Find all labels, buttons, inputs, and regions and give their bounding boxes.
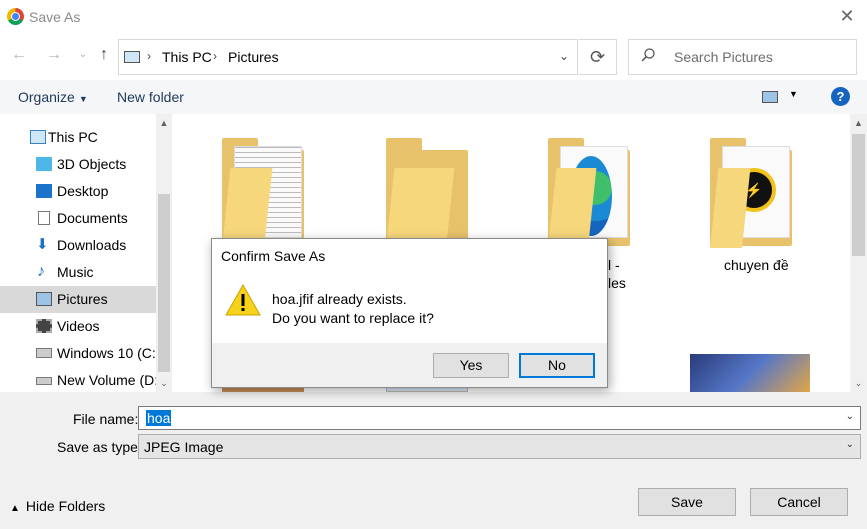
refresh-icon: ⟳ [589, 47, 606, 67]
download-icon: ⬇ [36, 236, 49, 253]
scroll-up-icon[interactable]: ▲ [850, 118, 867, 128]
save-panel: File name: hoa ⌄ Save as type: JPEG Imag… [0, 392, 867, 529]
save-type-label: Save as type: [57, 439, 142, 455]
content-scrollbar[interactable]: ▲ ⌄ [850, 114, 867, 392]
new-folder-button[interactable]: New folder [117, 89, 184, 105]
up-arrow-icon[interactable]: ↑ [95, 46, 113, 64]
window-title: Save As [29, 9, 81, 25]
folder-label: les [608, 275, 626, 291]
help-icon[interactable]: ? [831, 87, 850, 106]
sidebar-item-label: Windows 10 (C:) [57, 345, 161, 361]
chevron-down-icon[interactable]: ▼ [789, 89, 798, 99]
hide-folders-toggle[interactable]: ▲ Hide Folders [10, 498, 105, 514]
search-input[interactable]: Search Pictures [628, 39, 857, 75]
documents-icon [38, 211, 50, 225]
sidebar-item-windows-c[interactable]: Windows 10 (C:) [0, 340, 160, 367]
breadcrumb-this-pc[interactable]: This PC [162, 49, 212, 65]
music-icon: ♪ [37, 263, 45, 280]
sidebar-item-videos[interactable]: Videos [0, 313, 156, 340]
file-name-label: File name: [73, 411, 139, 427]
scrollbar-thumb[interactable] [852, 134, 865, 256]
save-type-select[interactable]: JPEG Image ⌄ [138, 434, 861, 459]
dialog-title: Confirm Save As [221, 248, 326, 264]
drive-icon [36, 377, 52, 385]
sidebar-item-label: Desktop [57, 183, 109, 199]
scroll-down-icon[interactable]: ⌄ [850, 378, 867, 389]
dialog-message-line2: Do you want to replace it? [272, 310, 434, 326]
sidebar-item-label: Documents [57, 210, 128, 226]
dialog-footer: Yes No [212, 343, 607, 387]
chevron-right-icon: › [147, 49, 151, 63]
address-bar[interactable]: › This PC › Pictures ⌄ [118, 39, 578, 75]
sidebar-item-music[interactable]: ♪ Music [0, 259, 156, 286]
sidebar-item-label: Pictures [57, 291, 108, 307]
chevron-down-icon[interactable]: ⌄ [559, 49, 569, 63]
image-thumbnail[interactable] [690, 354, 810, 392]
command-bar: Organize ▼ New folder ▼ ? [0, 80, 867, 114]
chrome-icon [7, 8, 24, 25]
computer-icon [30, 130, 46, 144]
folder-item[interactable] [548, 138, 638, 250]
sidebar-item-3d-objects[interactable]: 3D Objects [0, 151, 156, 178]
sidebar-item-pictures[interactable]: Pictures [0, 286, 156, 313]
drive-icon [36, 348, 52, 358]
breadcrumb-pictures[interactable]: Pictures [228, 49, 279, 65]
sidebar-item-desktop[interactable]: Desktop [0, 178, 156, 205]
folder-item[interactable] [222, 138, 312, 250]
close-icon[interactable]: ✕ [839, 6, 855, 26]
chevron-up-icon: ▲ [10, 503, 20, 514]
sidebar-item-label: This PC [48, 129, 98, 145]
scrollbar-thumb[interactable] [158, 194, 170, 372]
confirm-dialog: Confirm Save As hoa.jfif already exists.… [211, 238, 608, 388]
sidebar-scrollbar[interactable]: ▲ ⌄ [156, 114, 172, 392]
refresh-button[interactable]: ⟳ [579, 39, 617, 75]
sidebar-item-new-volume-d[interactable]: New Volume (D:) [0, 367, 163, 392]
file-name-value[interactable]: hoa [146, 410, 172, 426]
file-name-input[interactable]: hoa ⌄ [138, 406, 861, 430]
save-button[interactable]: Save [638, 488, 736, 516]
save-type-value: JPEG Image [144, 439, 224, 455]
search-icon [641, 48, 655, 62]
scroll-down-icon[interactable]: ⌄ [156, 378, 172, 389]
view-options-icon[interactable] [762, 91, 778, 103]
cube-icon [36, 157, 52, 171]
sidebar-item-downloads[interactable]: ⬇ Downloads [0, 232, 156, 259]
sidebar-item-label: Music [57, 264, 94, 280]
chevron-right-icon: › [213, 49, 217, 63]
sidebar-item-label: New Volume (D:) [57, 372, 163, 388]
computer-icon [124, 51, 140, 63]
folder-item[interactable]: ⚡ [710, 138, 800, 250]
sidebar-item-label: Videos [57, 318, 100, 334]
sidebar-item-documents[interactable]: Documents [0, 205, 156, 232]
warning-icon [225, 283, 261, 316]
sidebar-item-label: 3D Objects [57, 156, 127, 172]
yes-button[interactable]: Yes [433, 353, 509, 378]
dialog-message-line1: hoa.jfif already exists. [272, 291, 407, 307]
chevron-down-icon[interactable]: ⌄ [846, 411, 854, 422]
videos-icon [36, 319, 52, 333]
sidebar-item-label: Downloads [57, 237, 127, 253]
folder-label: chuyen đề [724, 257, 789, 273]
navigation-bar: ← → ⌄ ↑ › This PC › Pictures ⌄ ⟳ Search … [0, 34, 867, 80]
folder-label: l - [608, 257, 620, 273]
desktop-icon [36, 184, 52, 198]
no-button[interactable]: No [519, 353, 595, 378]
scroll-up-icon[interactable]: ▲ [156, 118, 172, 128]
navigation-pane: This PC 3D Objects Desktop Documents ⬇ D… [0, 114, 172, 392]
sidebar-item-this-pc[interactable]: This PC [0, 124, 156, 151]
forward-arrow-icon[interactable]: → [45, 46, 63, 64]
pictures-icon [36, 292, 52, 306]
folder-item[interactable] [386, 138, 476, 250]
recent-dropdown-icon[interactable]: ⌄ [74, 46, 92, 64]
search-placeholder: Search Pictures [674, 49, 773, 65]
chevron-down-icon[interactable]: ⌄ [846, 439, 854, 450]
back-arrow-icon[interactable]: ← [10, 46, 28, 64]
organize-menu[interactable]: Organize ▼ [18, 89, 88, 105]
title-bar: Save As ✕ [0, 0, 867, 34]
cancel-button[interactable]: Cancel [750, 488, 848, 516]
